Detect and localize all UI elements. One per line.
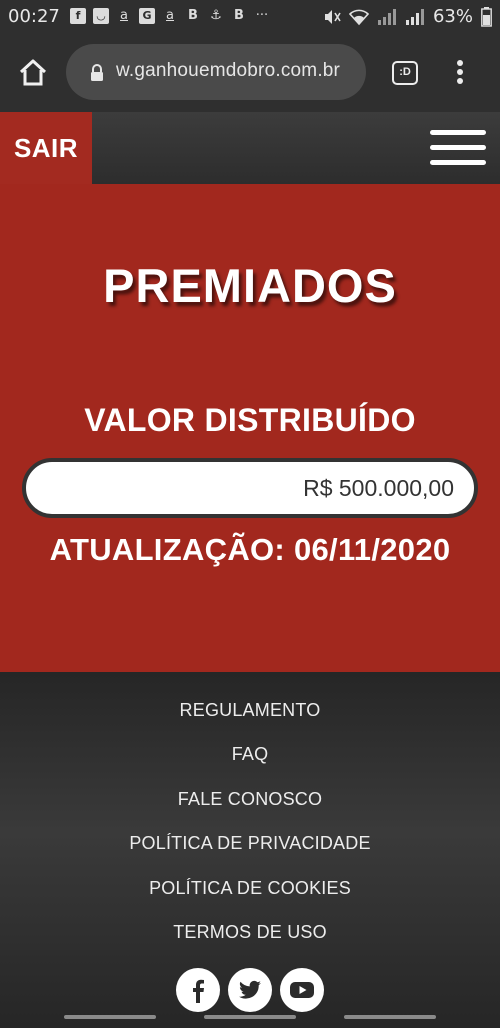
mute-icon — [323, 8, 341, 26]
distributed-value-label: VALOR DISTRIBUÍDO — [84, 402, 416, 438]
page-title: PREMIADOS — [103, 259, 397, 312]
exit-button[interactable]: SAIR — [0, 112, 92, 184]
facebook-link[interactable] — [176, 968, 220, 1012]
wifi-icon — [348, 8, 369, 26]
footer-link-privacidade[interactable]: POLÍTICA DE PRIVACIDADE — [0, 833, 500, 854]
footer-link-regulamento[interactable]: REGULAMENTO — [0, 700, 500, 721]
youtube-icon — [290, 982, 314, 998]
footer-link-faq[interactable]: FAQ — [0, 744, 500, 765]
amazon-icon: a — [166, 8, 174, 23]
twitter-link[interactable] — [228, 968, 272, 1012]
site-header: SAIR — [0, 112, 500, 184]
hamburger-icon — [430, 145, 486, 150]
footer-link-cookies[interactable]: POLÍTICA DE COOKIES — [0, 878, 500, 899]
dot-icon — [457, 78, 463, 84]
nav-hint-right — [344, 1015, 436, 1019]
notification-icons: f ◡ a G a B ⚓ B ··· — [70, 8, 270, 24]
footer-link-fale-conosco[interactable]: FALE CONOSCO — [0, 789, 500, 810]
prize-section: PREMIADOS VALOR DISTRIBUÍDO R$ 500.000,0… — [0, 184, 500, 672]
status-bar: 00:27 f ◡ a G a B ⚓ B ··· 63% — [0, 0, 500, 34]
home-button[interactable] — [16, 56, 50, 90]
distributed-value-box: R$ 500.000,00 — [22, 458, 478, 518]
news-icon: G — [139, 8, 155, 24]
nav-hint-left — [64, 1015, 156, 1019]
tabs-button[interactable]: :D — [392, 61, 418, 85]
facebook-icon — [193, 979, 204, 1003]
menu-button[interactable] — [430, 130, 486, 166]
nav-hint-center — [204, 1015, 296, 1019]
b-app-icon: B — [234, 8, 244, 23]
url-text: w.ganhouemdobro.com.br — [116, 60, 341, 81]
distributed-amount: R$ 500.000,00 — [303, 475, 454, 501]
youtube-link[interactable] — [280, 968, 324, 1012]
dot-icon — [457, 60, 463, 66]
browser-menu-button[interactable] — [455, 60, 465, 88]
signal-icon — [405, 8, 425, 25]
update-date: ATUALIZAÇÃO: 06/11/2020 — [49, 532, 451, 567]
b-app-icon: B — [188, 8, 198, 23]
amazon-icon: a — [120, 8, 128, 23]
dot-icon — [457, 69, 463, 75]
twitter-icon — [239, 980, 261, 999]
lock-icon — [91, 64, 103, 81]
battery-level: 63% — [432, 6, 473, 27]
home-icon — [19, 59, 47, 86]
hamburger-icon — [430, 130, 486, 135]
more-icon: ··· — [255, 8, 269, 23]
status-time: 00:27 — [8, 6, 60, 27]
hamburger-icon — [430, 160, 486, 165]
battery-icon — [481, 6, 492, 27]
address-bar[interactable]: w.ganhouemdobro.com.br — [66, 44, 366, 100]
gmail-icon: ◡ — [93, 8, 109, 24]
signal-icon — [377, 8, 397, 25]
footer-link-termos[interactable]: TERMOS DE USO — [0, 922, 500, 943]
facebook-icon: f — [70, 8, 86, 24]
browser-toolbar: w.ganhouemdobro.com.br :D — [0, 34, 500, 112]
submarine-icon: ⚓ — [210, 8, 222, 23]
footer: REGULAMENTO FAQ FALE CONOSCO POLÍTICA DE… — [0, 672, 500, 1028]
